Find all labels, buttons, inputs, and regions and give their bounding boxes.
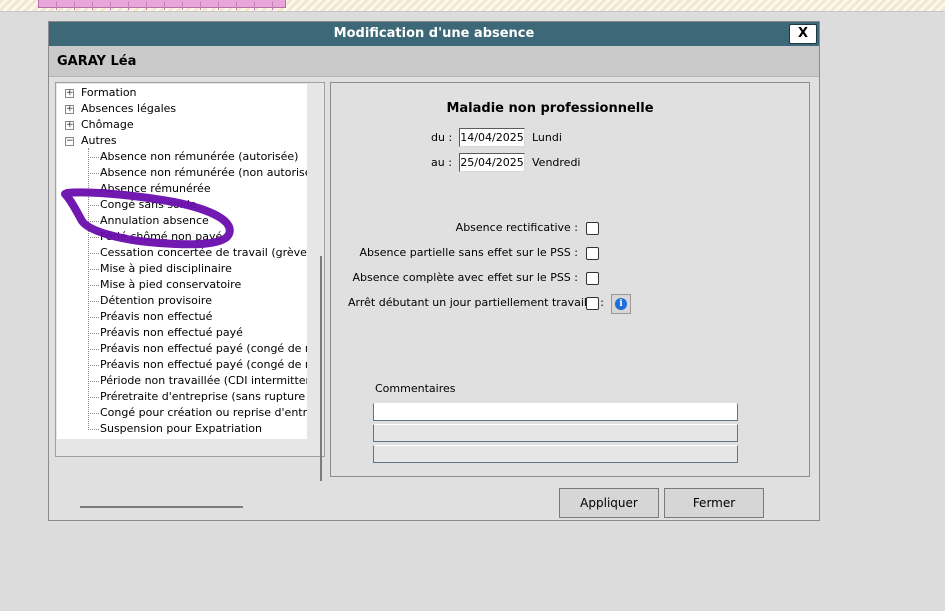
- partial-day-checkbox[interactable]: [586, 297, 599, 310]
- tree-connector: [90, 173, 99, 174]
- rectificative-label: Absence rectificative :: [455, 221, 578, 234]
- tree-item[interactable]: Préavis non effectué: [100, 309, 212, 325]
- tree-item[interactable]: Absence non rémunérée (non autorisée): [100, 165, 307, 181]
- expand-icon[interactable]: +: [65, 121, 74, 130]
- tree-connector: [90, 413, 99, 414]
- start-date-field[interactable]: 14/04/2025: [459, 128, 525, 147]
- tree-connector: [90, 317, 99, 318]
- tree-item[interactable]: Annulation absence: [100, 213, 209, 229]
- tree-group-autres[interactable]: Autres: [81, 133, 117, 149]
- apply-button-label: Appliquer: [580, 496, 638, 510]
- tree-connector: [90, 221, 99, 222]
- tree-viewport: + Formation + Absences légales + Chômage…: [57, 84, 307, 439]
- tree-group-formation[interactable]: Formation: [81, 85, 137, 101]
- tree-item[interactable]: Congé pour création ou reprise d'entrepr…: [100, 405, 307, 421]
- tree-connector: [90, 253, 99, 254]
- tree-connector: [90, 285, 99, 286]
- tree-connector: [90, 333, 99, 334]
- tree-connector: [90, 157, 99, 158]
- complete-pss-checkbox[interactable]: [586, 272, 599, 285]
- tree-connector: [90, 237, 99, 238]
- close-button[interactable]: Fermer: [664, 488, 764, 518]
- dialog-titlebar: Modification d'une absence X: [49, 22, 819, 46]
- from-label: du :: [431, 131, 453, 144]
- apply-button[interactable]: Appliquer: [559, 488, 659, 518]
- partial-pss-label: Absence partielle sans effet sur le PSS …: [359, 246, 579, 259]
- start-day-label: Lundi: [532, 131, 562, 144]
- tree-item[interactable]: Préretraite d'entreprise (sans rupture d…: [100, 389, 307, 405]
- tree-item[interactable]: Période non travaillée (CDI intermittent…: [100, 373, 307, 389]
- partial-day-label: Arrêt débutant un jour partiellement tra…: [348, 296, 604, 309]
- dialog-title: Modification d'une absence: [333, 26, 535, 41]
- tree-vertical-scrollbar[interactable]: [320, 256, 322, 481]
- tree-connector: [90, 381, 99, 382]
- tree-connector: [88, 148, 89, 430]
- tree-connector: [90, 205, 99, 206]
- comment-field-line-3[interactable]: [373, 445, 738, 463]
- expand-icon[interactable]: +: [65, 89, 74, 98]
- tree-connector: [90, 301, 99, 302]
- absence-type-title: Maladie non professionnelle: [446, 101, 654, 116]
- tree-connector: [90, 349, 99, 350]
- tree-group-chomage[interactable]: Chômage: [81, 117, 134, 133]
- end-date-field[interactable]: 25/04/2025: [459, 153, 525, 172]
- close-button-label: Fermer: [692, 496, 736, 510]
- tree-group-absences-legales[interactable]: Absences légales: [81, 101, 176, 117]
- absence-dialog: Modification d'une absence X GARAY Léa +…: [48, 21, 820, 521]
- tree-connector: [90, 429, 99, 430]
- tree-item[interactable]: Détention provisoire: [100, 293, 212, 309]
- tree-connector: [90, 397, 99, 398]
- rectificative-checkbox[interactable]: [586, 222, 599, 235]
- tree-item[interactable]: Préavis non effectué payé (congé de mobi…: [100, 357, 307, 373]
- tree-horizontal-scrollbar[interactable]: [80, 506, 243, 508]
- tree-connector: [90, 189, 99, 190]
- comment-field-line-1[interactable]: [373, 403, 738, 421]
- collapse-icon[interactable]: −: [65, 137, 74, 146]
- comments-label: Commentaires: [375, 382, 456, 395]
- tree-connector: [90, 365, 99, 366]
- expand-icon[interactable]: +: [65, 105, 74, 114]
- tree-item[interactable]: Congé sans solde: [100, 197, 197, 213]
- info-icon: i: [615, 298, 627, 310]
- tree-item[interactable]: Absence non rémunérée (autorisée): [100, 149, 298, 165]
- to-label: au :: [431, 156, 452, 169]
- absence-detail-panel: Maladie non professionnelle du : 14/04/2…: [330, 82, 810, 477]
- person-bar: GARAY Léa: [49, 46, 819, 77]
- partial-pss-checkbox[interactable]: [586, 247, 599, 260]
- tree-item[interactable]: Férié chômé non payé: [100, 229, 222, 245]
- tree-connector: [90, 269, 99, 270]
- tree-item[interactable]: Mise à pied conservatoire: [100, 277, 241, 293]
- absence-type-tree: + Formation + Absences légales + Chômage…: [55, 82, 325, 508]
- tree-item[interactable]: Préavis non effectué payé: [100, 325, 243, 341]
- person-name: GARAY Léa: [57, 54, 137, 69]
- tree-item[interactable]: Préavis non effectué payé (congé de recl…: [100, 341, 307, 357]
- info-button[interactable]: i: [611, 294, 631, 314]
- complete-pss-label: Absence complète avec effet sur le PSS :: [352, 271, 579, 284]
- close-dialog-button[interactable]: X: [789, 24, 817, 44]
- end-day-label: Vendredi: [532, 156, 581, 169]
- tree-item[interactable]: Cessation concertée de travail (grève): [100, 245, 307, 261]
- background-tabs: [38, 0, 286, 10]
- tree-item[interactable]: Absence rémunérée: [100, 181, 211, 197]
- tree-item[interactable]: Suspension pour Expatriation: [100, 421, 262, 437]
- comment-field-line-2[interactable]: [373, 424, 738, 442]
- tree-item[interactable]: Mise à pied disciplinaire: [100, 261, 232, 277]
